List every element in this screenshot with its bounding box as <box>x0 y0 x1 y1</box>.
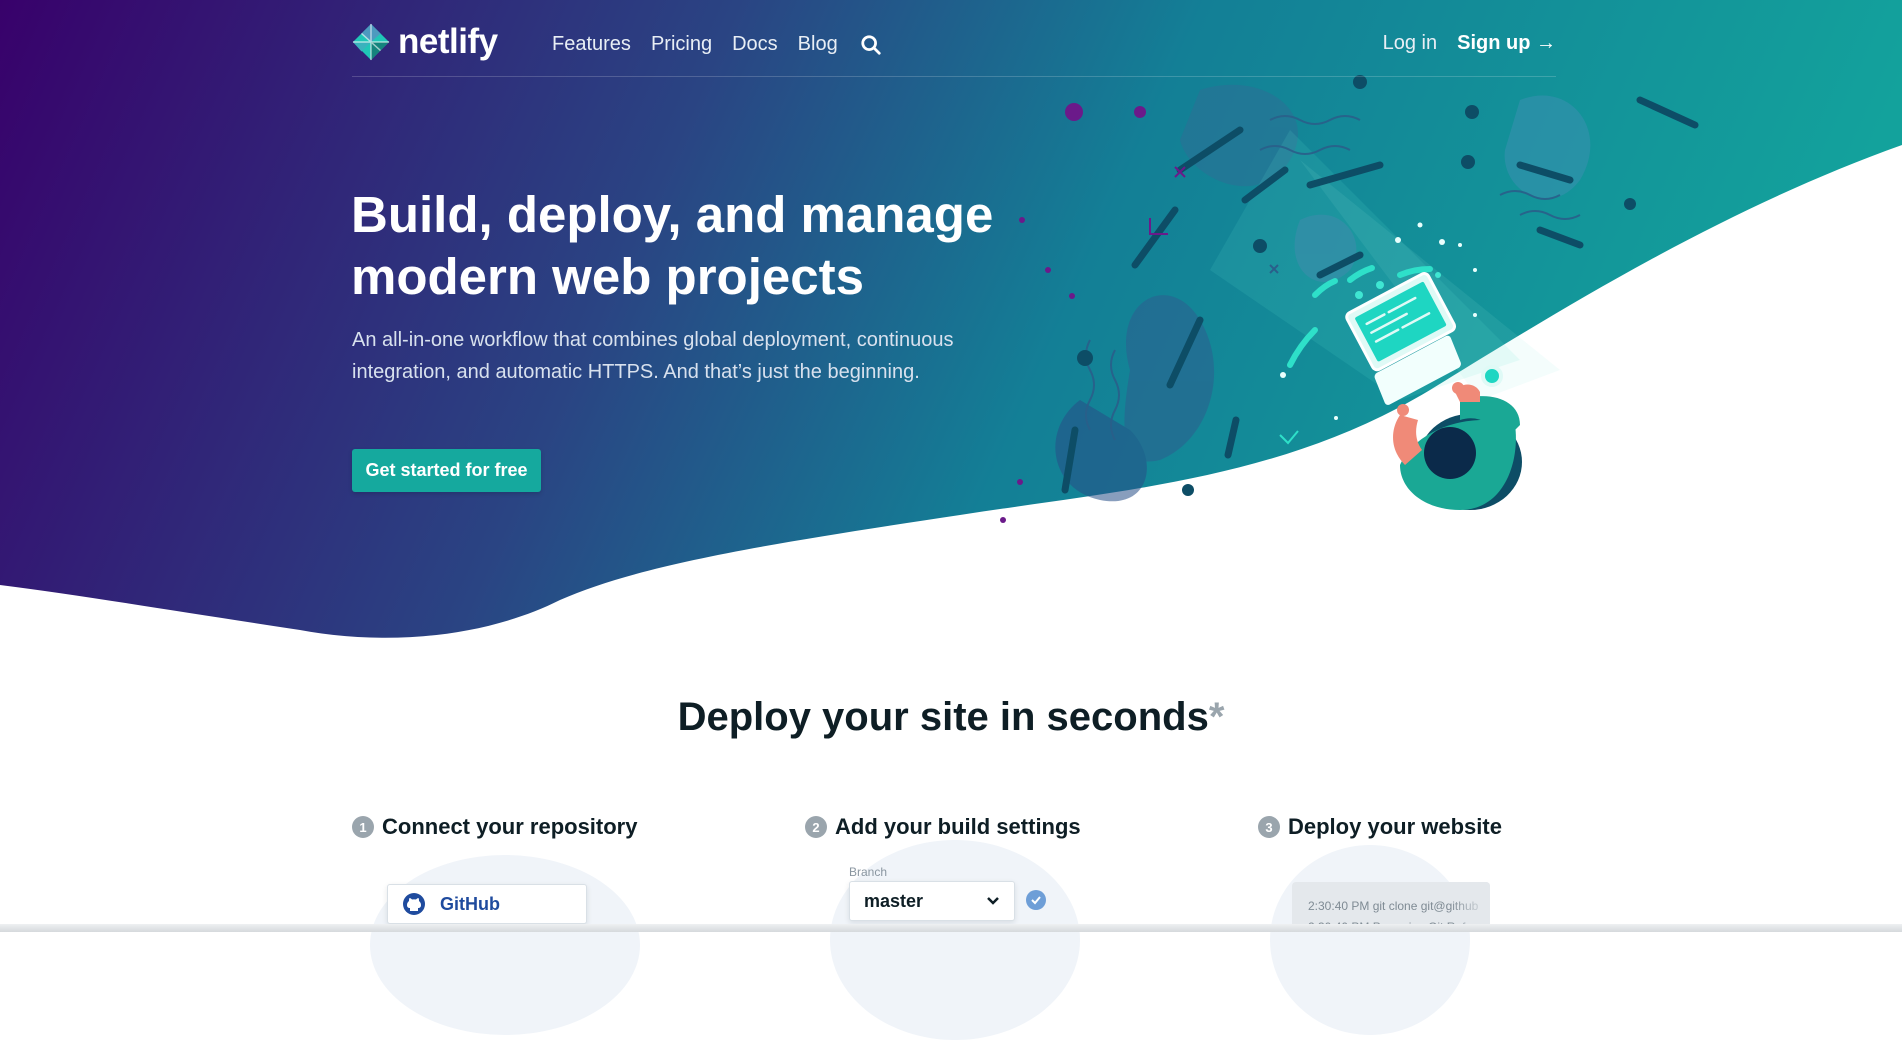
github-connect-button[interactable]: GitHub <box>387 884 587 924</box>
netlify-logo[interactable]: netlify <box>352 22 498 62</box>
step1-backdrop <box>370 855 640 1035</box>
branch-select[interactable]: master <box>849 881 1015 921</box>
nav-links: Features Pricing Docs Blog <box>552 33 882 56</box>
branch-field-label: Branch <box>849 865 888 879</box>
login-link[interactable]: Log in <box>1383 32 1438 55</box>
nav-link-docs[interactable]: Docs <box>732 33 778 56</box>
step-deploy-website: 3 Deploy your website <box>1258 814 1502 840</box>
github-icon <box>403 893 425 915</box>
netlify-logo-icon <box>352 23 390 61</box>
check-circle-icon <box>1026 890 1046 910</box>
deploy-title-text: Deploy your site in seconds <box>677 695 1209 739</box>
step3-backdrop <box>1270 845 1470 1035</box>
step-connect-repository: 1 Connect your repository <box>352 814 637 840</box>
step-label: Deploy your website <box>1288 814 1502 839</box>
brand-name: netlify <box>398 22 498 61</box>
nav-link-blog[interactable]: Blog <box>798 33 838 56</box>
step-number-badge: 2 <box>805 816 827 838</box>
step-number-badge: 1 <box>352 816 374 838</box>
title-asterisk: * <box>1208 695 1225 739</box>
developer-illustration <box>1000 75 1699 523</box>
top-navigation: netlify Features Pricing Docs Blog Log i… <box>352 0 1556 77</box>
github-label: GitHub <box>440 893 500 914</box>
get-started-button[interactable]: Get started for free <box>352 449 541 492</box>
chevron-down-icon <box>987 897 999 905</box>
deploy-section-title: Deploy your site in seconds* <box>0 695 1902 740</box>
step-build-settings: 2 Add your build settings <box>805 814 1081 840</box>
step-label: Add your build settings <box>835 814 1081 839</box>
bottom-edge-bar <box>0 924 1902 932</box>
step-label: Connect your repository <box>382 814 638 839</box>
step-number-badge: 3 <box>1258 816 1280 838</box>
hero-title: Build, deploy, and manage modern web pro… <box>351 186 994 305</box>
hero-subtitle: An all-in-one workflow that combines glo… <box>352 329 954 383</box>
nav-link-features[interactable]: Features <box>552 33 631 56</box>
nav-link-pricing[interactable]: Pricing <box>651 33 712 56</box>
hero-section: netlify Features Pricing Docs Blog Log i… <box>0 0 1902 660</box>
search-icon[interactable] <box>860 34 882 56</box>
signup-link[interactable]: Sign up → <box>1457 32 1556 55</box>
branch-value: master <box>864 890 924 911</box>
nav-auth: Log in Sign up → <box>1383 32 1556 55</box>
